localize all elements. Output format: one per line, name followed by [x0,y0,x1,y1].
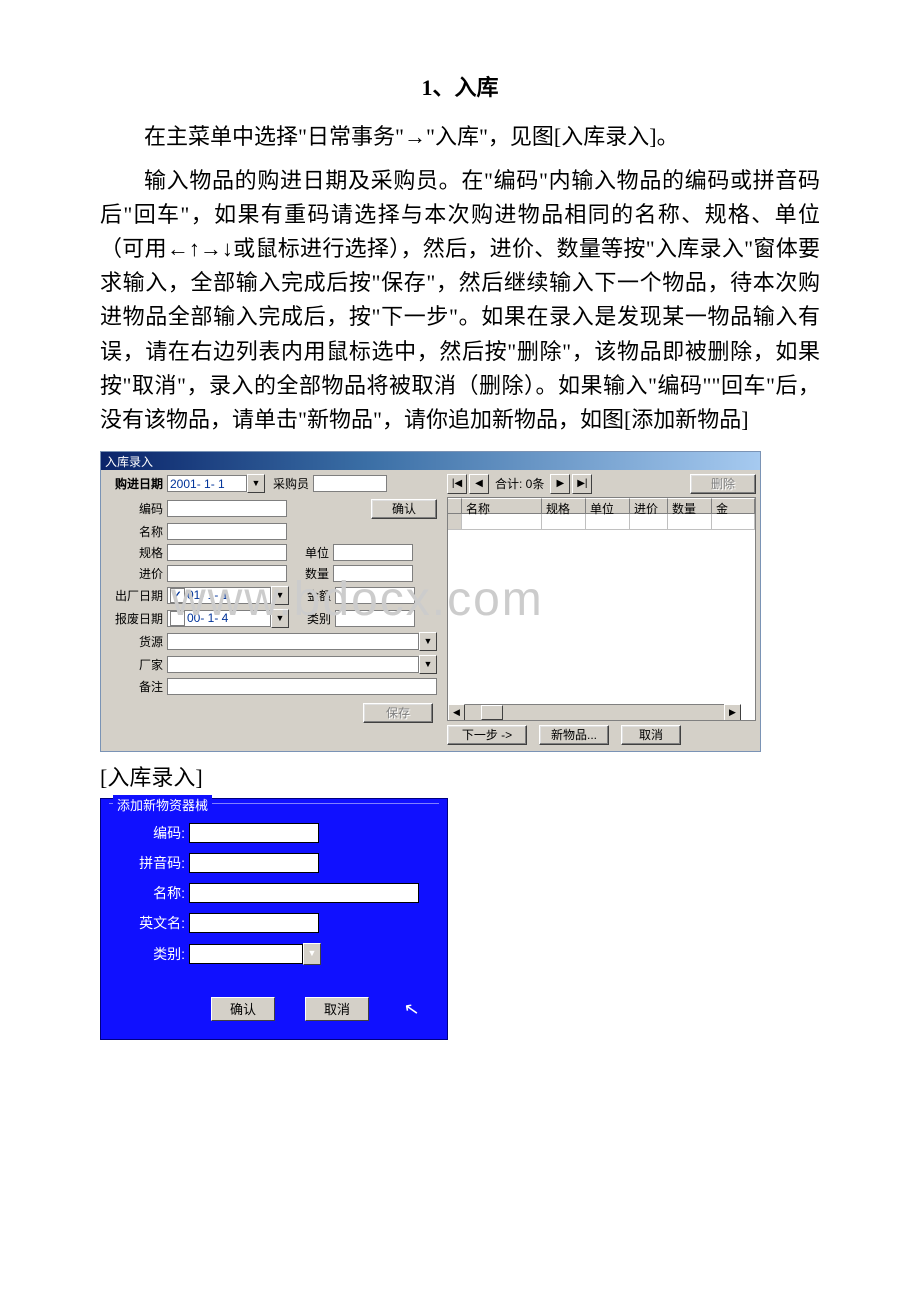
buyer-input[interactable] [313,475,387,492]
scroll-left-icon[interactable]: ◀ [448,704,465,721]
label-price: 进价 [107,565,167,582]
nav-next-icon[interactable]: ▶ [550,474,570,494]
grid-col-price: 进价 [630,498,668,514]
scrap-date-value: 00- 1- 4 [187,611,228,625]
grid-scrollbar[interactable]: ◀ ▶ [448,704,741,720]
next-step-button[interactable]: 下一步 -> [447,725,527,745]
section-heading: 1、入库 [100,70,820,102]
dropdown-icon[interactable]: ▼ [271,609,289,628]
label-source: 货源 [107,633,167,650]
grid-row-empty [448,514,755,530]
label-category: 类别 [293,610,335,627]
remark-input[interactable] [167,678,437,695]
app-add-new-item: 添加新物资器械 编码: 拼音码: 名称: 英文名: [100,798,448,1040]
scrap-date-checkbox[interactable] [170,611,185,626]
delete-button[interactable]: 删除 [690,474,756,494]
dropdown-icon[interactable]: ▼ [271,586,289,605]
pinyin-input[interactable] [189,853,319,873]
group-title: 添加新物资器械 [113,795,212,814]
english-input[interactable] [189,913,319,933]
dropdown-icon[interactable]: ▼ [419,655,437,674]
grid-total-label: 合计: 0条 [495,475,544,492]
label-remark: 备注 [107,678,167,695]
label-code: 编码 [107,500,167,517]
label-unit: 单位 [291,544,333,561]
grid-col-spec: 规格 [542,498,586,514]
grid-col-amount: 金 [712,498,755,514]
label-name: 名称: [119,883,189,903]
source-select[interactable]: ▼ [167,632,437,651]
items-grid[interactable]: 名称 规格 单位 进价 数量 金 [447,497,756,721]
grid-toolbar: |◀ ◀ 合计: 0条 ▶ ▶| 删除 [447,474,756,494]
label-amount: 金额 [293,587,335,604]
grid-col-name: 名称 [462,498,542,514]
name-input[interactable] [167,523,287,540]
grid-col-unit: 单位 [586,498,630,514]
nav-first-icon[interactable]: |◀ [447,474,467,494]
label-pinyin: 拼音码: [119,853,189,873]
app-inbound-entry: www.bdocx.com 入库录入 购进日期 2001- 1- 1 ▼ 采购员… [100,451,761,752]
label-maker: 厂家 [107,656,167,673]
unit-input[interactable] [333,544,413,561]
save-button[interactable]: 保存 [363,703,433,723]
label-english: 英文名: [119,913,189,933]
confirm-button[interactable]: 确认 [371,499,437,519]
figure-caption-1: [入库录入] [100,760,820,792]
label-code: 编码: [119,823,189,843]
mfg-date-checkbox[interactable]: ✓ [170,588,185,603]
dropdown-icon[interactable]: ▼ [419,632,437,651]
scrap-date-picker[interactable]: 00- 1- 4 ▼ [167,609,289,628]
new-item-button[interactable]: 新物品... [539,725,609,745]
label-name: 名称 [107,523,167,540]
mfg-date-picker[interactable]: ✓ 01- 1- 1 ▼ [167,586,289,605]
label-mfg-date: 出厂日期 [107,587,167,604]
cancel-button[interactable]: 取消 [305,997,369,1021]
category-select[interactable]: ▼ [189,943,321,965]
label-purchase-date: 购进日期 [107,475,167,492]
grid-col-qty: 数量 [668,498,712,514]
scroll-thumb[interactable] [481,705,503,720]
scroll-right-icon[interactable]: ▶ [724,704,741,721]
label-qty: 数量 [291,565,333,582]
grid-header: 名称 规格 单位 进价 数量 金 [448,498,755,514]
nav-last-icon[interactable]: ▶| [572,474,592,494]
cancel-button[interactable]: 取消 [621,725,681,745]
grid-col-selector [448,498,462,514]
paragraph-intro: 在主菜单中选择"日常事务"→"入库"，见图[入库录入]。 [100,120,820,154]
maker-select[interactable]: ▼ [167,655,437,674]
amount-input[interactable] [335,587,415,604]
purchase-date-picker[interactable]: 2001- 1- 1 ▼ [167,474,265,493]
purchase-date-value[interactable]: 2001- 1- 1 [167,475,247,492]
mfg-date-value: 01- 1- 1 [187,588,228,602]
label-spec: 规格 [107,544,167,561]
paragraph-instructions: 输入物品的购进日期及采购员。在"编码"内输入物品的编码或拼音码后"回车"，如果有… [100,164,820,437]
qty-input[interactable] [333,565,413,582]
dropdown-icon[interactable]: ▼ [247,474,265,493]
dropdown-icon[interactable]: ▼ [303,943,321,965]
code-input[interactable] [189,823,319,843]
label-scrap-date: 报废日期 [107,610,167,627]
spec-input[interactable] [167,544,287,561]
category-input[interactable] [335,610,415,627]
label-category: 类别: [119,944,189,964]
code-input[interactable] [167,500,287,517]
price-input[interactable] [167,565,287,582]
ok-button[interactable]: 确认 [211,997,275,1021]
window-title-bar: 入库录入 [101,452,760,470]
label-buyer: 采购员 [273,475,313,492]
name-input[interactable] [189,883,419,903]
nav-prev-icon[interactable]: ◀ [469,474,489,494]
